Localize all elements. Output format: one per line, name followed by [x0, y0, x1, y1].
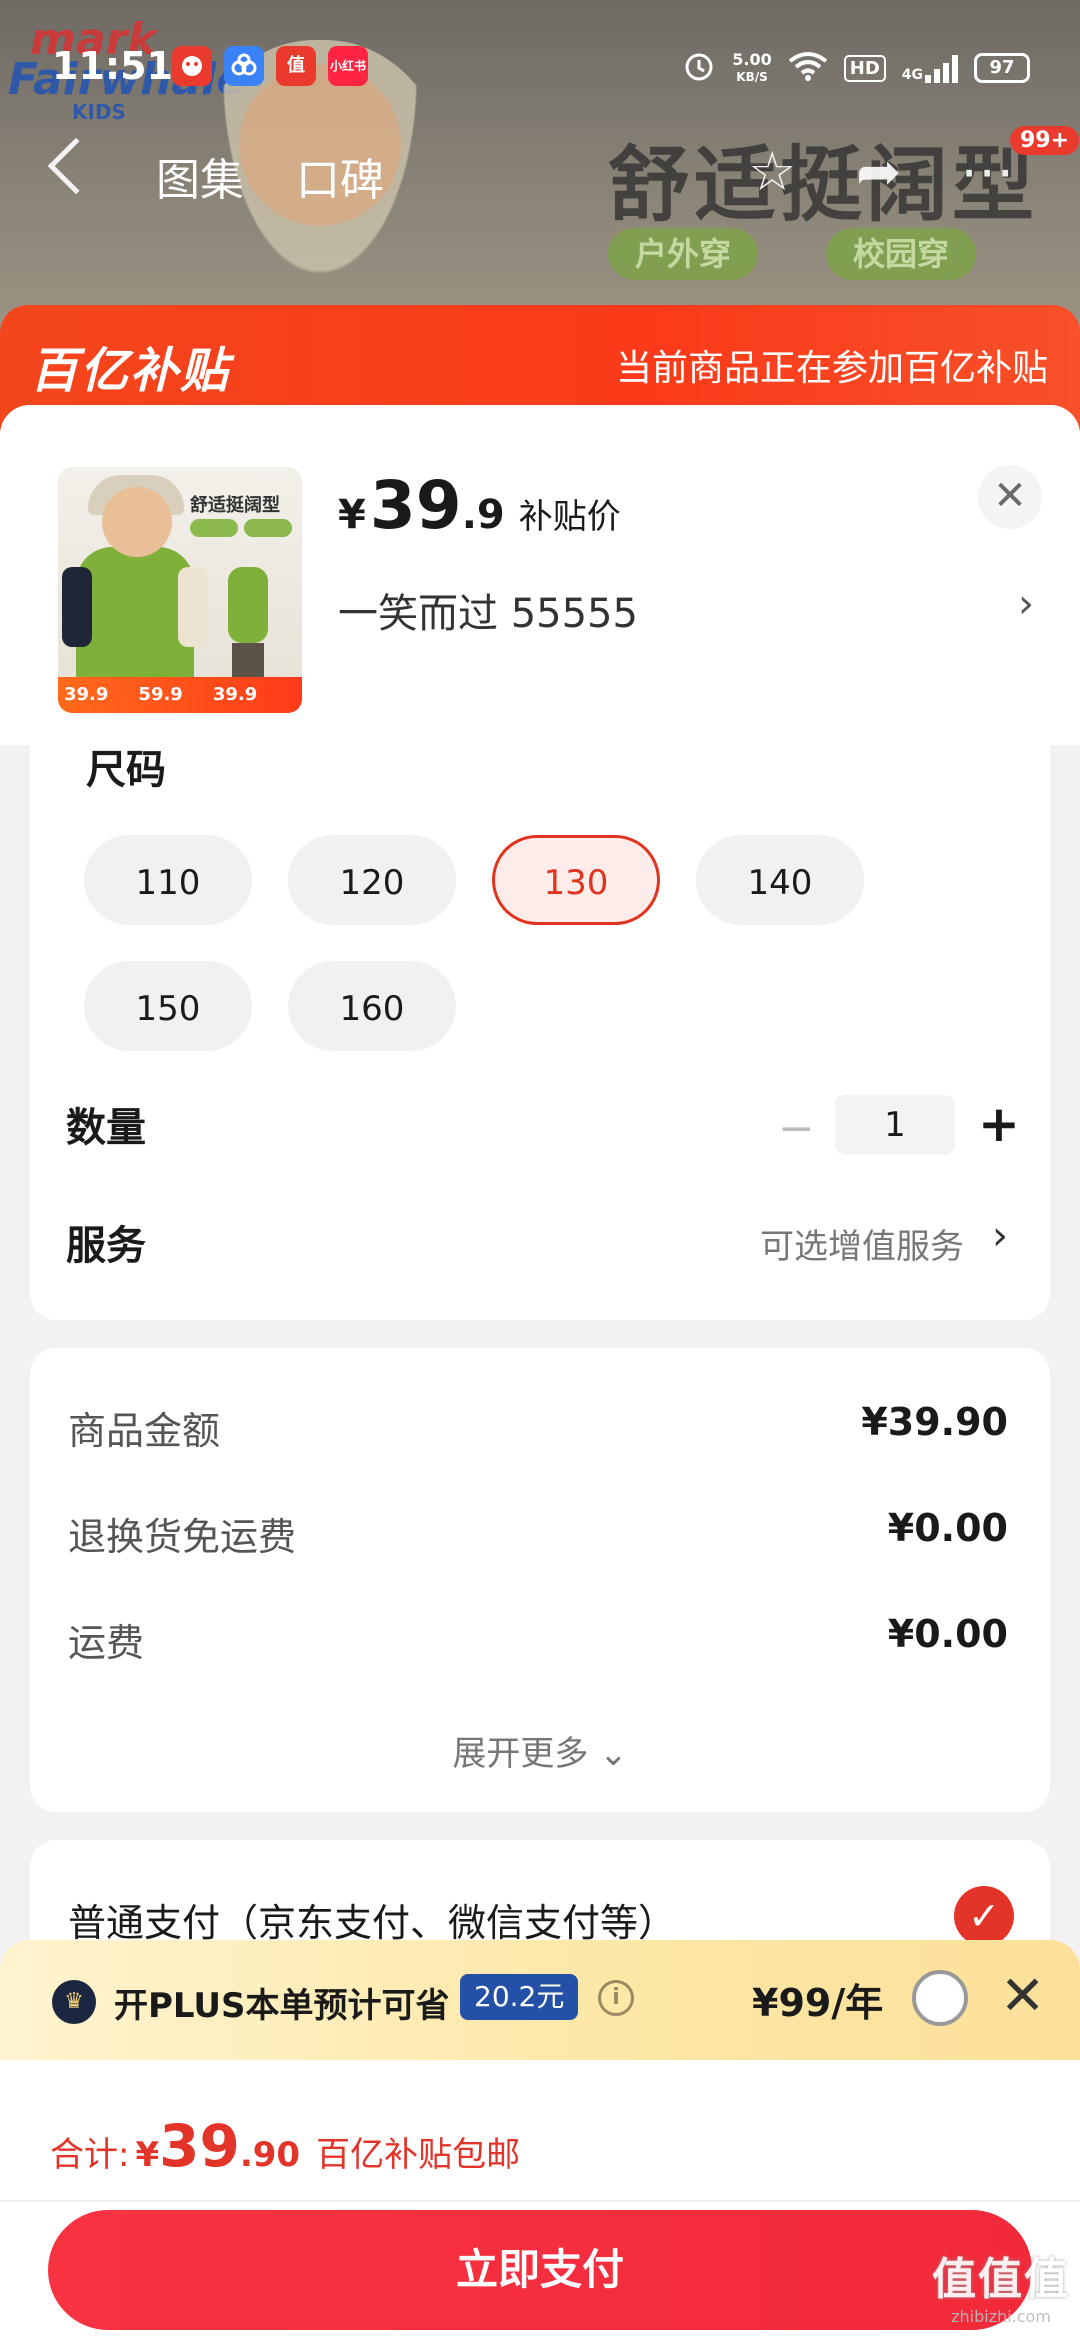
size-label: 尺码 [86, 747, 166, 793]
tag-pill-campus: 校园穿 [826, 228, 976, 280]
share-icon[interactable]: ➦ [856, 140, 901, 203]
signal-label: 4G [901, 67, 923, 83]
total-decimal: .90 [239, 2135, 301, 2175]
quantity-plus-button[interactable]: + [978, 1095, 1020, 1153]
service-hint[interactable]: 可选增值服务 [760, 1219, 964, 1268]
xiaohongshu-icon: 小红书 [328, 46, 368, 86]
cost-label-shipping: 运费 [68, 1621, 145, 1665]
subsidy-logo: 百亿补贴 [30, 343, 231, 399]
size-option-140[interactable]: 140 [696, 835, 864, 925]
system-icons: 5.00 KB/S HD 4G 97 [682, 48, 1030, 88]
cost-value-goods: ¥39.90 [861, 1400, 1008, 1444]
thumb-sleeve-left [62, 567, 92, 647]
zhide-icon: 值 [276, 46, 316, 86]
thumb-tag [190, 519, 238, 537]
hd-icon: HD [843, 54, 886, 82]
tab-gallery[interactable]: 图集 [156, 144, 244, 208]
total-symbol: ¥ [135, 2135, 160, 2175]
net-speed: 5.00 KB/S [732, 49, 772, 85]
checkout-bar: 合计: ¥ 39 .90 百亿补贴包邮 立即支付 值值值 zhibizhi.co… [0, 2060, 1080, 2340]
plus-promo-text: 开PLUS本单预计可省 [114, 1986, 450, 2026]
net-speed-unit: KB/S [736, 69, 768, 84]
thumb-tag [244, 519, 292, 537]
selected-spec[interactable]: 一笑而过 55555 [338, 581, 638, 639]
watermark-url: zhibizhi.com [951, 2307, 1051, 2326]
total-label: 合计: [50, 2135, 130, 2175]
thumb-sleeve-right [178, 567, 208, 647]
baidu-netdisk-icon [224, 46, 264, 86]
payment-method-label[interactable]: 普通支付（京东支付、微信支付等） [68, 1892, 676, 1947]
cost-value-return-shipping: ¥0.00 [887, 1506, 1008, 1550]
tab-reviews[interactable]: 口碑 [296, 144, 384, 208]
total-note: 百亿补贴包邮 [316, 2135, 521, 2175]
thumb-price: 39.9 [212, 684, 258, 705]
total-amount: 合计: ¥ 39 .90 百亿补贴包邮 [50, 2112, 520, 2180]
quantity-input[interactable]: 1 [835, 1095, 955, 1155]
signal-icon: 4G [902, 53, 958, 83]
service-label: 服务 [66, 1223, 146, 1269]
thumb-model2 [228, 567, 268, 643]
thumb-price: 59.9 [138, 684, 183, 705]
cost-value-shipping: ¥0.00 [887, 1612, 1008, 1656]
product-nav: 图集 口碑 ☆ ➦ ⋯ [0, 130, 1080, 220]
price-integer: 39 [369, 467, 462, 544]
subsidy-text: 当前商品正在参加百亿补贴 [615, 348, 1048, 389]
size-option-160[interactable]: 160 [288, 961, 456, 1051]
plus-radio-button[interactable] [912, 1970, 968, 2026]
size-option-110[interactable]: 110 [84, 835, 252, 925]
battery-icon: 97 [974, 53, 1030, 83]
status-bar: 11:51 值 小红书 5.00 KB/S HD 4G 97 [0, 0, 1080, 130]
plus-promo-bar: ♛ 开PLUS本单预计可省 20.2元 i ¥99/年 ✕ [0, 1940, 1080, 2060]
expand-more-label: 展开更多 [452, 1734, 589, 1774]
tag-pill-outdoor: 户外穿 [608, 228, 758, 280]
watermark-logo: 值值值 [932, 2254, 1070, 2305]
chevron-right-icon[interactable]: › [1018, 581, 1034, 627]
size-option-150[interactable]: 150 [84, 961, 252, 1051]
price-symbol: ¥ [338, 492, 366, 538]
cost-label-goods: 商品金额 [68, 1409, 221, 1453]
wifi-icon [788, 51, 828, 85]
net-speed-value: 5.00 [732, 49, 772, 69]
pay-now-button[interactable]: 立即支付 [48, 2210, 1032, 2330]
expand-more-link[interactable]: 展开更多 ⌄ [30, 1726, 1050, 1775]
divider [0, 2200, 1080, 2202]
thumb-face [102, 487, 172, 557]
size-option-130[interactable]: 130 [492, 835, 660, 925]
cost-label-return-shipping: 退换货免运费 [68, 1515, 297, 1559]
thumb-slogan: 舒适挺阔型 [190, 495, 280, 516]
more-dots-icon[interactable]: ⋯ [960, 140, 1014, 203]
back-arrow-icon[interactable] [47, 137, 105, 195]
cart-badge: 99+ [1010, 126, 1080, 155]
size-option-120[interactable]: 120 [288, 835, 456, 925]
product-summary: 舒适挺阔型 39.9 59.9 39.9 ¥ 39 .9 补贴价 ✕ 一笑而过 55… [0, 405, 1080, 745]
chevron-right-icon[interactable]: › [992, 1213, 1008, 1259]
plus-crown-icon: ♛ [52, 1980, 96, 2024]
price-decimal: .9 [461, 492, 505, 538]
status-time: 11:51 [52, 44, 173, 88]
quantity-label: 数量 [66, 1105, 146, 1151]
jd-app-icon [172, 46, 212, 86]
checkmark-icon[interactable]: ✓ [954, 1886, 1014, 1946]
product-image-header: mark Fairwhale KIDS 舒适挺阔型 户外穿 校园穿 11:51 … [0, 0, 1080, 330]
options-card: 尺码 110 120 130 140 150 160 数量 − 1 + 服务 可… [30, 745, 1050, 1320]
plus-save-badge: 20.2元 [460, 1974, 579, 2020]
cost-breakdown: 商品金额 ¥39.90 退换货免运费 ¥0.00 运费 ¥0.00 展开更多 ⌄ [30, 1348, 1050, 1812]
chevron-down-icon: ⌄ [599, 1734, 628, 1774]
price-tag: 补贴价 [518, 497, 621, 537]
thumb-price: 39.9 [64, 684, 109, 705]
favorite-star-icon[interactable]: ☆ [748, 140, 796, 203]
total-integer: 39 [159, 2112, 240, 2180]
thumb-price-strip: 39.9 59.9 39.9 [58, 677, 302, 713]
close-button[interactable]: ✕ [978, 465, 1042, 529]
thumb-model-shirt [62, 547, 208, 687]
quantity-minus-button[interactable]: − [778, 1103, 815, 1154]
info-icon[interactable]: i [598, 1980, 634, 2016]
alarm-icon [682, 49, 716, 87]
product-thumbnail[interactable]: 舒适挺阔型 39.9 59.9 39.9 [58, 467, 302, 713]
plus-price: ¥99/年 [752, 1981, 884, 2025]
close-icon[interactable]: ✕ [1000, 1964, 1045, 2027]
watermark: 值值值 zhibizhi.com [932, 2243, 1070, 2326]
subsidy-price: ¥ 39 .9 补贴价 [338, 467, 621, 544]
